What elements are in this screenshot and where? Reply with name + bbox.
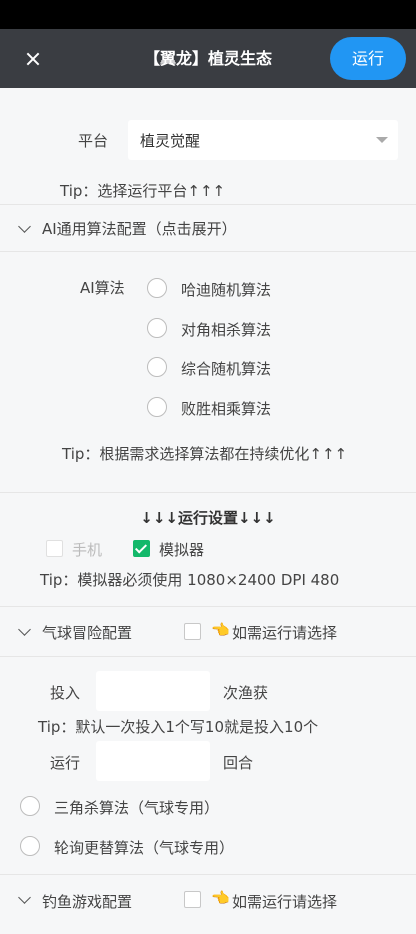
ai-section-header[interactable]: AI通用算法配置（点击展开）	[0, 205, 416, 251]
phone-label: 手机	[72, 541, 103, 559]
radio-algo-1-label: 哈迪随机算法	[181, 281, 272, 299]
invest-input[interactable]	[96, 671, 210, 711]
ai-section-title: AI通用算法配置（点击展开）	[42, 220, 237, 238]
rounds-label: 运行	[50, 754, 81, 772]
fishing-select-hint: 如需运行请选择	[232, 893, 338, 911]
emulator-checkbox[interactable]	[133, 540, 150, 557]
fishing-section-title: 钓鱼游戏配置	[42, 893, 133, 911]
balloon-section-title: 气球冒险配置	[42, 624, 133, 642]
radio-algo-3-label: 综合随机算法	[181, 360, 272, 378]
emulator-label: 模拟器	[159, 541, 205, 559]
radio-algo-2-label: 对角相杀算法	[181, 321, 272, 339]
divider	[0, 492, 416, 493]
fishing-enable-checkbox[interactable]	[184, 891, 201, 908]
radio-balloon-algo-1[interactable]	[20, 796, 40, 816]
pointing-hand-icon: 👈	[211, 621, 230, 639]
run-settings-tip: Tip：模拟器必须使用 1080×2400 DPI 480	[40, 571, 340, 589]
radio-balloon-algo-1-label: 三角杀算法（气球专用）	[54, 799, 220, 817]
run-button[interactable]: 运行	[330, 37, 406, 80]
close-icon[interactable]	[21, 47, 45, 71]
balloon-select-hint: 如需运行请选择	[232, 624, 338, 642]
balloon-enable-checkbox[interactable]	[184, 623, 201, 640]
fishing-section-header[interactable]: 钓鱼游戏配置 👈 如需运行请选择	[0, 875, 416, 921]
status-bar	[0, 0, 416, 29]
platform-tip: Tip：选择运行平台↑↑↑	[60, 182, 226, 200]
radio-algo-1[interactable]	[147, 278, 167, 298]
chevron-down-icon	[18, 891, 31, 904]
ai-algo-label: AI算法	[80, 279, 125, 297]
invest-tip: Tip：默认一次投入1个写10就是投入10个	[38, 718, 319, 736]
rounds-input[interactable]	[96, 741, 210, 781]
ai-tip: Tip：根据需求选择算法都在持续优化↑↑↑	[62, 445, 348, 463]
radio-algo-4-label: 败胜相乘算法	[181, 400, 272, 418]
balloon-section-header[interactable]: 气球冒险配置 👈 如需运行请选择	[0, 607, 416, 653]
radio-balloon-algo-2[interactable]	[20, 836, 40, 856]
radio-balloon-algo-2-label: 轮询更替算法（气球专用）	[54, 839, 235, 857]
platform-label: 平台	[78, 132, 109, 150]
divider	[0, 656, 416, 657]
invest-unit: 次渔获	[223, 684, 269, 702]
chevron-down-icon	[18, 623, 31, 636]
phone-checkbox[interactable]	[46, 540, 63, 557]
radio-algo-2[interactable]	[147, 318, 167, 338]
platform-select[interactable]: 植灵觉醒	[128, 120, 398, 160]
invest-label: 投入	[50, 684, 81, 702]
chevron-down-icon	[376, 137, 388, 143]
rounds-unit: 回合	[223, 754, 254, 772]
top-bar: 【翼龙】植灵生态 运行	[0, 29, 416, 88]
run-settings-title: ↓↓↓运行设置↓↓↓	[140, 509, 276, 527]
platform-select-value: 植灵觉醒	[140, 132, 201, 150]
chevron-down-icon	[18, 220, 31, 233]
divider	[0, 251, 416, 252]
radio-algo-4[interactable]	[147, 397, 167, 417]
radio-algo-3[interactable]	[147, 357, 167, 377]
pointing-hand-icon: 👈	[211, 889, 230, 907]
